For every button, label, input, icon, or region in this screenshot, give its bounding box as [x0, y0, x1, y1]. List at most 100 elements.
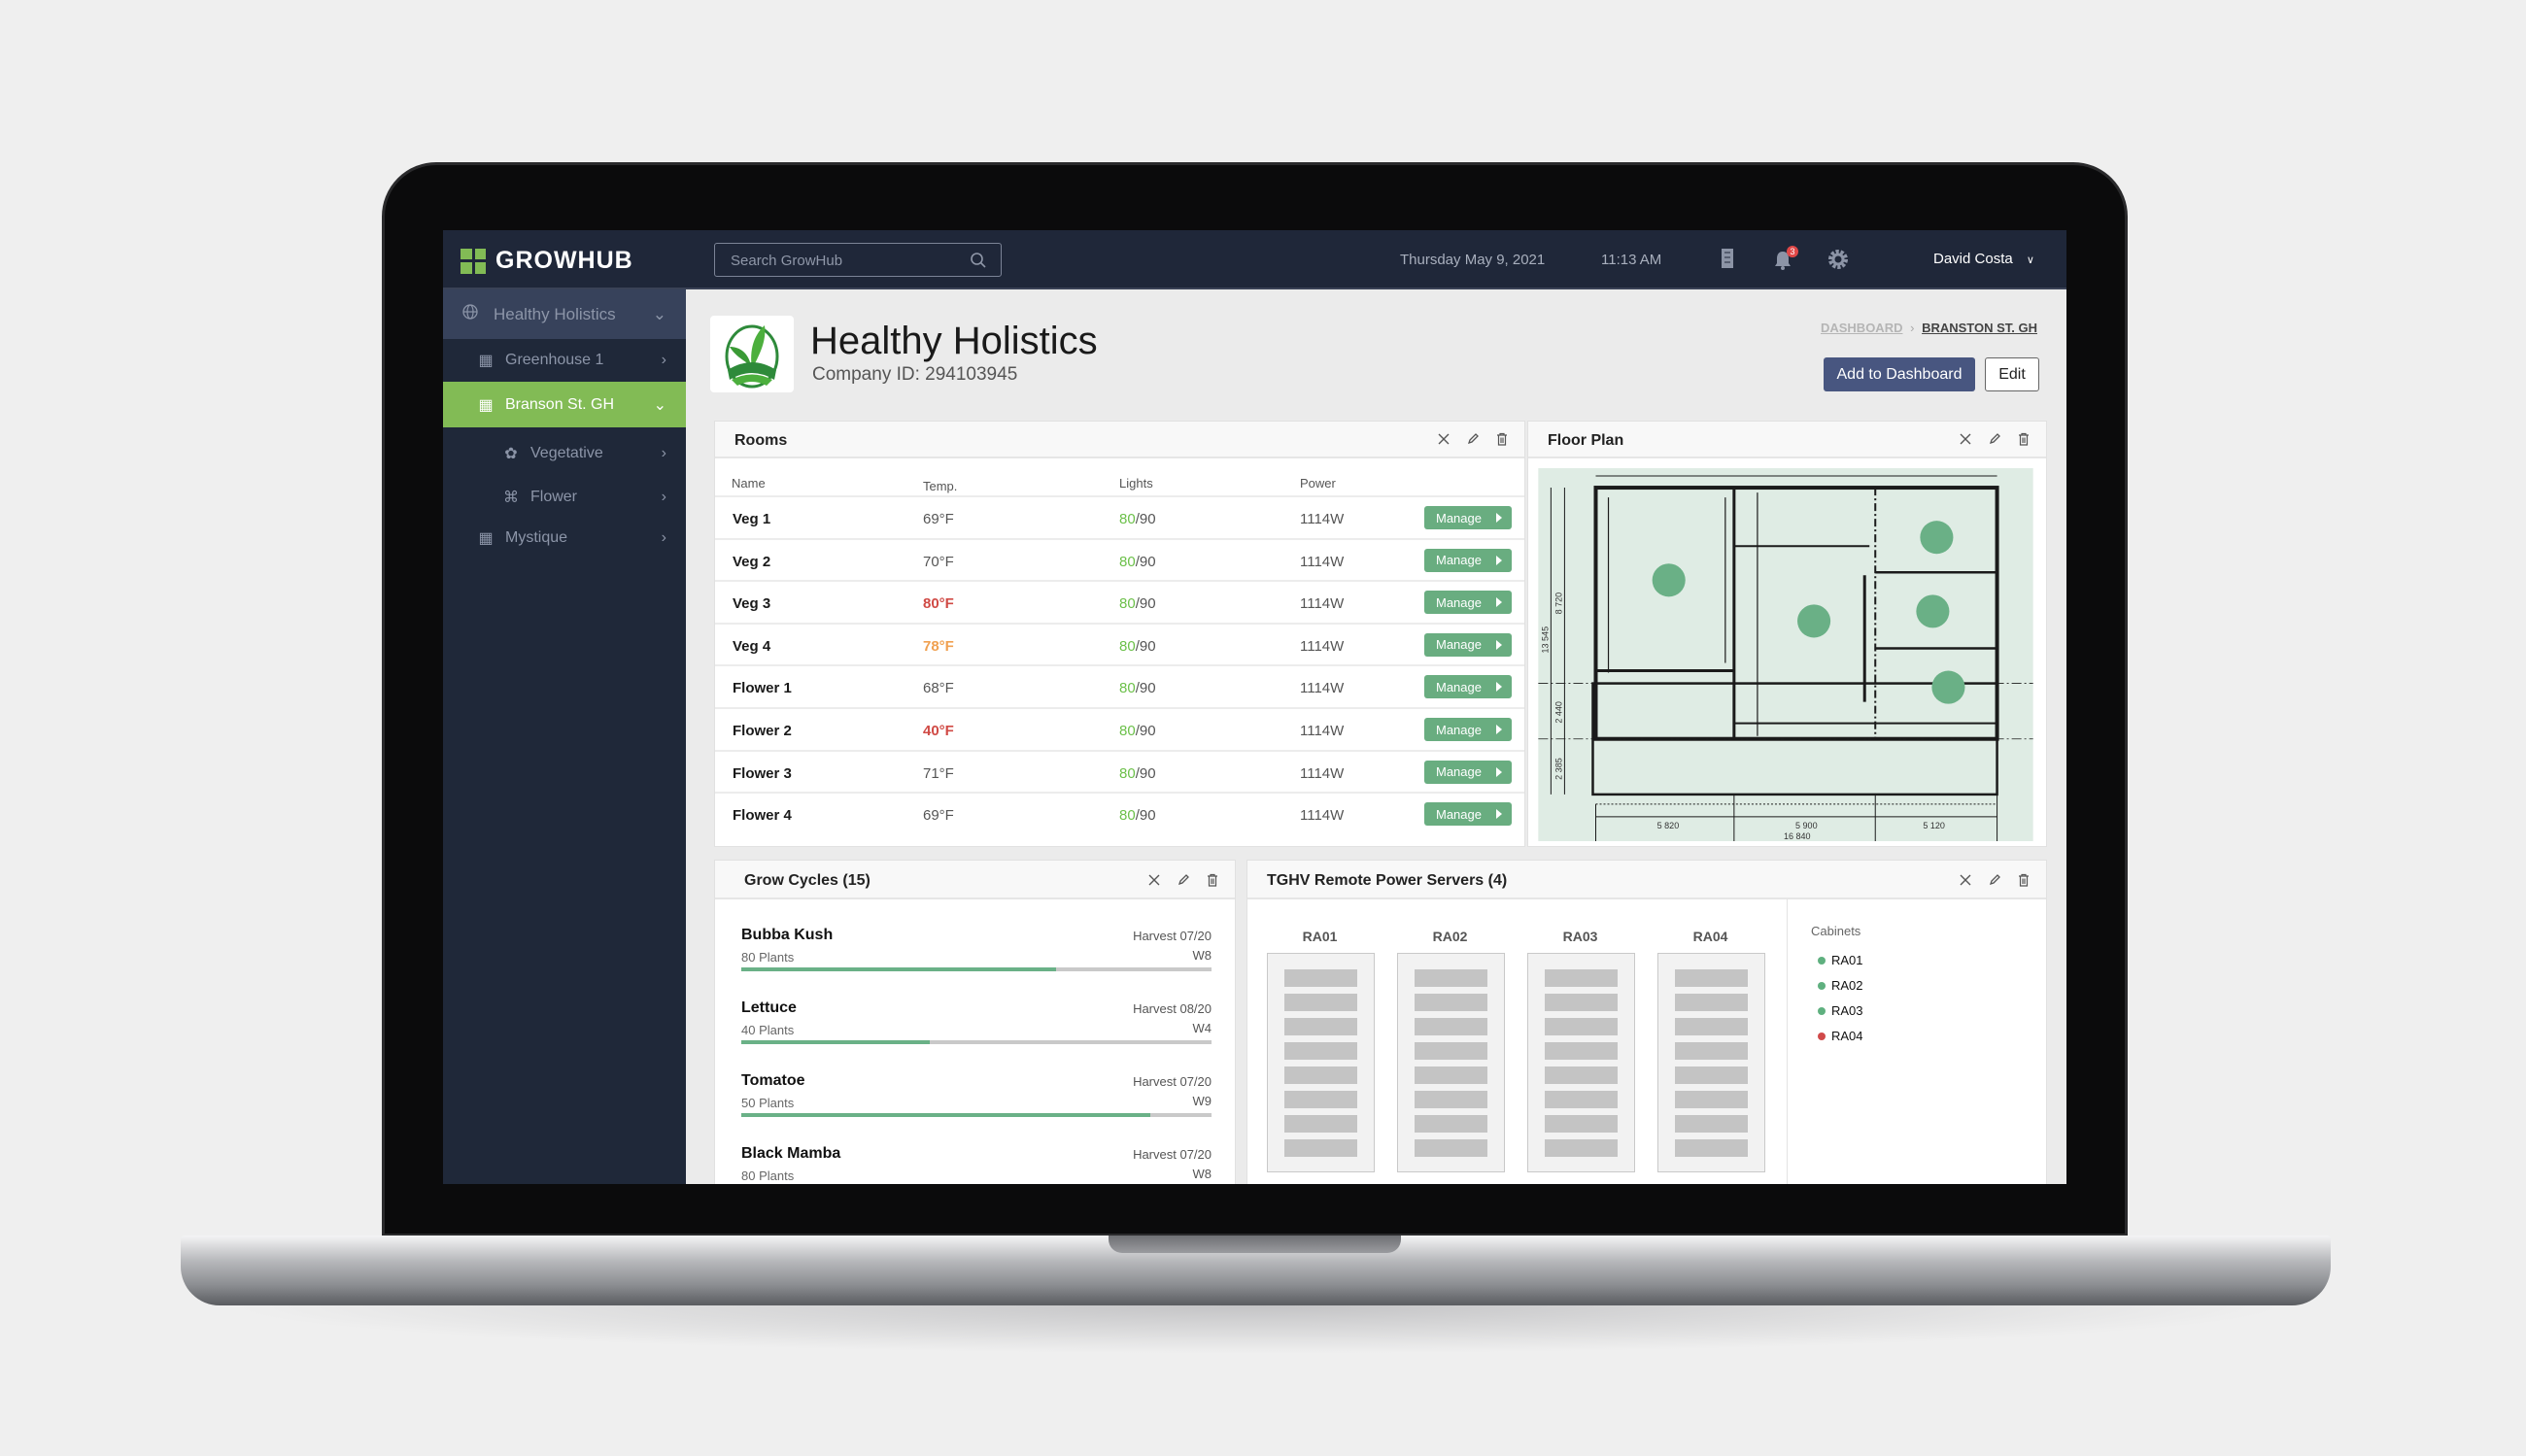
- document-icon[interactable]: [1721, 247, 1734, 270]
- search-placeholder: Search GrowHub: [731, 253, 843, 269]
- page-title: Healthy Holistics: [810, 320, 1098, 362]
- floor-dim-left-2: 8 720: [1553, 593, 1563, 615]
- search-icon: [971, 253, 986, 268]
- floor-dim-1: 5 820: [1657, 821, 1680, 830]
- cabinet-item[interactable]: RA03: [1818, 1003, 1863, 1018]
- close-icon[interactable]: [1437, 432, 1451, 451]
- room-name[interactable]: Veg 4: [733, 638, 770, 655]
- cabinet-item[interactable]: RA04: [1818, 1029, 1863, 1043]
- room-power: 1114W: [1300, 764, 1345, 782]
- cycle-harvest: Harvest 07/20: [1133, 1074, 1212, 1089]
- lights-on: 80: [1119, 680, 1136, 697]
- sidebar-org-selector[interactable]: Healthy Holistics ⌄: [443, 289, 686, 339]
- breadcrumb-dashboard[interactable]: DASHBOARD: [1821, 321, 1903, 335]
- sidebar-item-greenhouse-1[interactable]: ▦ Greenhouse 1 ›: [443, 339, 686, 382]
- pencil-icon[interactable]: [1988, 873, 2001, 892]
- pencil-icon[interactable]: [1988, 432, 2001, 451]
- rack-label: RA02: [1432, 929, 1468, 944]
- gear-icon[interactable]: [1826, 248, 1850, 271]
- pencil-icon[interactable]: [1177, 873, 1190, 892]
- server-rack[interactable]: [1397, 953, 1505, 1172]
- server-rack[interactable]: [1267, 953, 1375, 1172]
- cycle-week: W8: [1192, 948, 1212, 963]
- grow-cycle-item[interactable]: Black Mamba 80 Plants Harvest 07/20 W8: [741, 1145, 1212, 1183]
- room-name[interactable]: Flower 2: [733, 723, 792, 739]
- brand-logo[interactable]: GROWHUB: [461, 247, 633, 275]
- lights-on: 80: [1119, 764, 1136, 782]
- close-icon[interactable]: [1959, 873, 1972, 892]
- room-name[interactable]: Flower 1: [733, 680, 792, 696]
- server-rack[interactable]: [1527, 953, 1635, 1172]
- chevron-right-icon: ›: [661, 529, 666, 546]
- rack-slot: [1545, 1091, 1618, 1108]
- rack-slot: [1675, 1115, 1748, 1133]
- grow-cycle-item[interactable]: Bubba Kush 80 Plants Harvest 07/20 W8: [741, 927, 1212, 971]
- room-name[interactable]: Veg 3: [733, 595, 770, 612]
- grow-cycle-item[interactable]: Lettuce 40 Plants Harvest 08/20 W4: [741, 999, 1212, 1044]
- grow-cycle-item[interactable]: Tomatoe 50 Plants Harvest 07/20 W9: [741, 1072, 1212, 1117]
- trash-icon[interactable]: [1206, 873, 1219, 892]
- floor-dim-left-3: 2 440: [1553, 701, 1563, 724]
- room-temp: 70°F: [923, 553, 954, 570]
- trash-icon[interactable]: [2017, 873, 2031, 892]
- table-row: Veg 4 78°F 80/90 1114W Manage: [715, 622, 1524, 665]
- manage-button[interactable]: Manage: [1424, 548, 1512, 572]
- room-temp: 80°F: [923, 595, 954, 613]
- room-temp: 68°F: [923, 680, 954, 697]
- trash-icon[interactable]: [1495, 432, 1509, 451]
- column-header-lights: Lights: [1119, 476, 1153, 491]
- table-row: Flower 3 71°F 80/90 1114W Manage: [715, 749, 1524, 793]
- room-marker: [1931, 670, 1965, 704]
- sidebar-item-flower[interactable]: ⌘ Flower ›: [443, 476, 686, 519]
- building-icon: ▦: [478, 530, 494, 547]
- cabinet-item[interactable]: RA01: [1818, 953, 1863, 967]
- add-to-dashboard-button[interactable]: Add to Dashboard: [1824, 357, 1975, 391]
- room-name[interactable]: Flower 3: [733, 765, 792, 782]
- manage-button[interactable]: Manage: [1424, 632, 1512, 657]
- room-name[interactable]: Flower 4: [733, 807, 792, 824]
- current-date: Thursday May 9, 2021: [1400, 252, 1546, 268]
- rack-slot: [1675, 994, 1748, 1011]
- sidebar-item-vegetative[interactable]: ✿ Vegetative ›: [443, 432, 686, 475]
- user-menu[interactable]: David Costa ∨: [1933, 251, 2034, 267]
- manage-button[interactable]: Manage: [1424, 591, 1512, 615]
- manage-button[interactable]: Manage: [1424, 718, 1512, 741]
- edit-button[interactable]: Edit: [1985, 357, 2039, 391]
- sidebar-item-branson-st-gh[interactable]: ▦ Branson St. GH ⌄: [443, 382, 686, 427]
- lights-total: /90: [1135, 637, 1156, 655]
- room-name[interactable]: Veg 2: [733, 554, 770, 570]
- cycle-plants: 40 Plants: [741, 1023, 795, 1037]
- rack-slot: [1675, 1042, 1748, 1060]
- power-servers-panel: TGHV Remote Power Servers (4) RA01 RA02 …: [1246, 860, 2047, 1184]
- sidebar-item-label: Flower: [530, 489, 578, 505]
- manage-button[interactable]: Manage: [1424, 506, 1512, 529]
- sidebar-item-label: Branson St. GH: [505, 395, 615, 413]
- breadcrumb-current[interactable]: BRANSTON ST. GH: [1922, 321, 2037, 335]
- floor-dim-3: 5 120: [1923, 821, 1945, 830]
- lights-total: /90: [1135, 595, 1156, 613]
- search-input[interactable]: Search GrowHub: [714, 243, 1002, 277]
- manage-button[interactable]: Manage: [1424, 760, 1512, 784]
- leaf-icon: ✿: [504, 446, 518, 462]
- app-screen: GROWHUB Search GrowHub Thursday May 9, 2…: [443, 230, 2066, 1184]
- sidebar-item-mystique[interactable]: ▦ Mystique ›: [443, 519, 686, 558]
- sidebar-item-label: Greenhouse 1: [505, 352, 604, 368]
- lights-total: /90: [1135, 764, 1156, 782]
- rack-slot: [1415, 969, 1487, 987]
- manage-button[interactable]: Manage: [1424, 675, 1512, 699]
- table-row: Flower 4 69°F 80/90 1114W Manage: [715, 792, 1524, 834]
- rack-slot: [1545, 1042, 1618, 1060]
- cabinet-item[interactable]: RA02: [1818, 978, 1863, 993]
- server-rack[interactable]: [1657, 953, 1765, 1172]
- floor-dim-2: 5 900: [1795, 821, 1818, 830]
- close-icon[interactable]: [1147, 873, 1161, 892]
- pencil-icon[interactable]: [1466, 432, 1480, 451]
- room-name[interactable]: Veg 1: [733, 511, 770, 527]
- floor-plan-image[interactable]: 5 820 5 900 5 120 16 840 13 545 8 720 2 …: [1534, 468, 2037, 841]
- close-icon[interactable]: [1959, 432, 1972, 451]
- trash-icon[interactable]: [2017, 432, 2031, 451]
- manage-button[interactable]: Manage: [1424, 802, 1512, 827]
- rack-slot: [1545, 1018, 1618, 1035]
- cycle-plants: 50 Plants: [741, 1096, 795, 1110]
- rooms-title: Rooms: [734, 432, 788, 449]
